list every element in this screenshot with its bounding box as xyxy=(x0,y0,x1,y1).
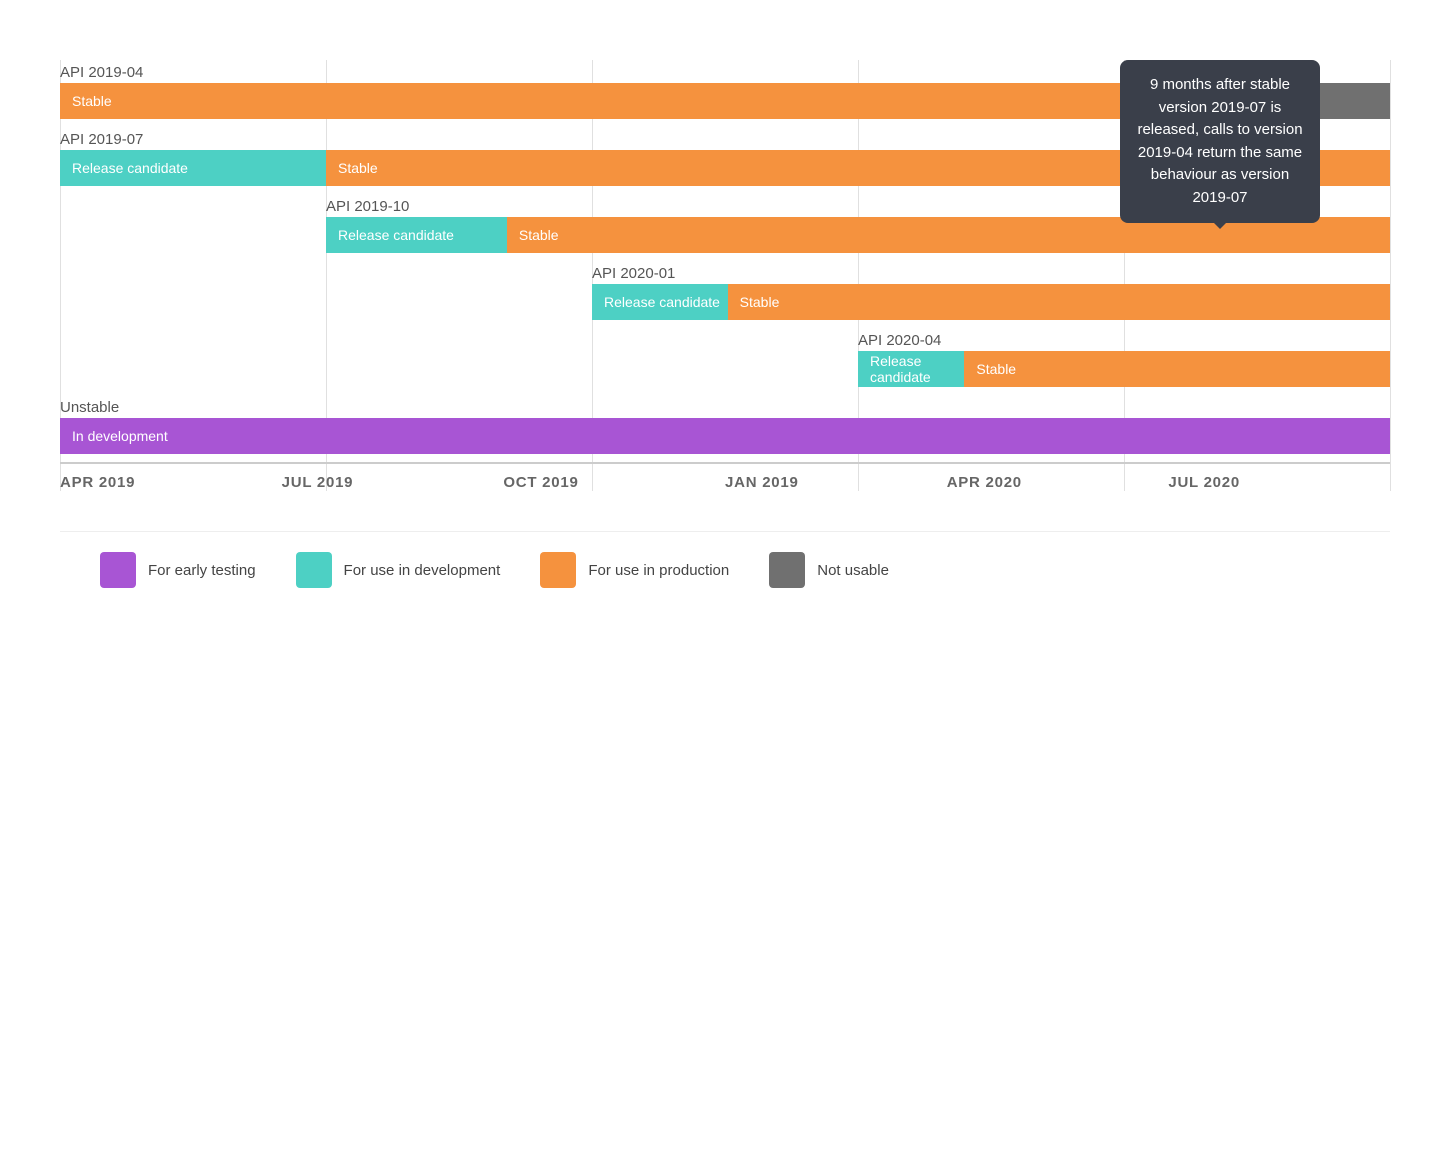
tooltip-box: 9 months after stable version 2019-07 is… xyxy=(1120,60,1320,223)
bar-row-unstable: In development xyxy=(60,418,1390,454)
bar-rc-2020-04: Release candidate xyxy=(858,351,964,387)
legend-label-teal: For use in development xyxy=(344,562,501,579)
legend-item-orange: For use in production xyxy=(540,552,729,588)
x-axis: APR 2019 JUL 2019 OCT 2019 JAN 2019 APR … xyxy=(60,462,1390,491)
x-label-jan2019: JAN 2019 xyxy=(725,474,947,491)
x-label-apr2020: APR 2020 xyxy=(947,474,1169,491)
bar-row-api-2020-01: Release candidate Stable xyxy=(592,284,1390,320)
legend-swatch-purple xyxy=(100,552,136,588)
legend-swatch-orange xyxy=(540,552,576,588)
legend: For early testing For use in development… xyxy=(60,531,1390,608)
legend-item-gray: Not usable xyxy=(769,552,889,588)
bar-row-api-2020-04: Release candidate Stable xyxy=(858,351,1390,387)
grid-line-5 xyxy=(1390,60,1391,491)
row-unstable: Unstable In development xyxy=(60,395,1390,454)
legend-item-teal: For use in development xyxy=(296,552,501,588)
chart-container: 9 months after stable version 2019-07 is… xyxy=(0,0,1450,628)
x-label-oct2019: OCT 2019 xyxy=(503,474,725,491)
tooltip-text: 9 months after stable version 2019-07 is… xyxy=(1137,76,1302,206)
bar-rc-2020-01: Release candidate xyxy=(592,284,728,320)
legend-swatch-gray xyxy=(769,552,805,588)
legend-item-purple: For early testing xyxy=(100,552,256,588)
legend-swatch-teal xyxy=(296,552,332,588)
bar-indev-unstable: In development xyxy=(60,418,1390,454)
bar-rc-2019-10: Release candidate xyxy=(326,217,507,253)
x-label-jul2020: JUL 2020 xyxy=(1168,474,1390,491)
bar-rc-2019-07: Release candidate xyxy=(60,150,326,186)
label-api-2020-01: API 2020-01 xyxy=(592,261,1390,284)
legend-label-gray: Not usable xyxy=(817,562,889,579)
row-api-2020-04: API 2020-04 Release candidate Stable xyxy=(60,328,1390,387)
bar-stable-2020-01: Stable xyxy=(728,284,1390,320)
x-label-apr2019: APR 2019 xyxy=(60,474,282,491)
legend-label-purple: For early testing xyxy=(148,562,256,579)
label-unstable: Unstable xyxy=(60,395,1390,418)
legend-label-orange: For use in production xyxy=(588,562,729,579)
bar-stable-2019-04: Stable xyxy=(60,83,1164,119)
row-api-2020-01: API 2020-01 Release candidate Stable xyxy=(60,261,1390,320)
x-label-jul2019: JUL 2019 xyxy=(282,474,504,491)
label-api-2020-04: API 2020-04 xyxy=(858,328,1390,351)
bar-stable-2020-04: Stable xyxy=(964,351,1390,387)
